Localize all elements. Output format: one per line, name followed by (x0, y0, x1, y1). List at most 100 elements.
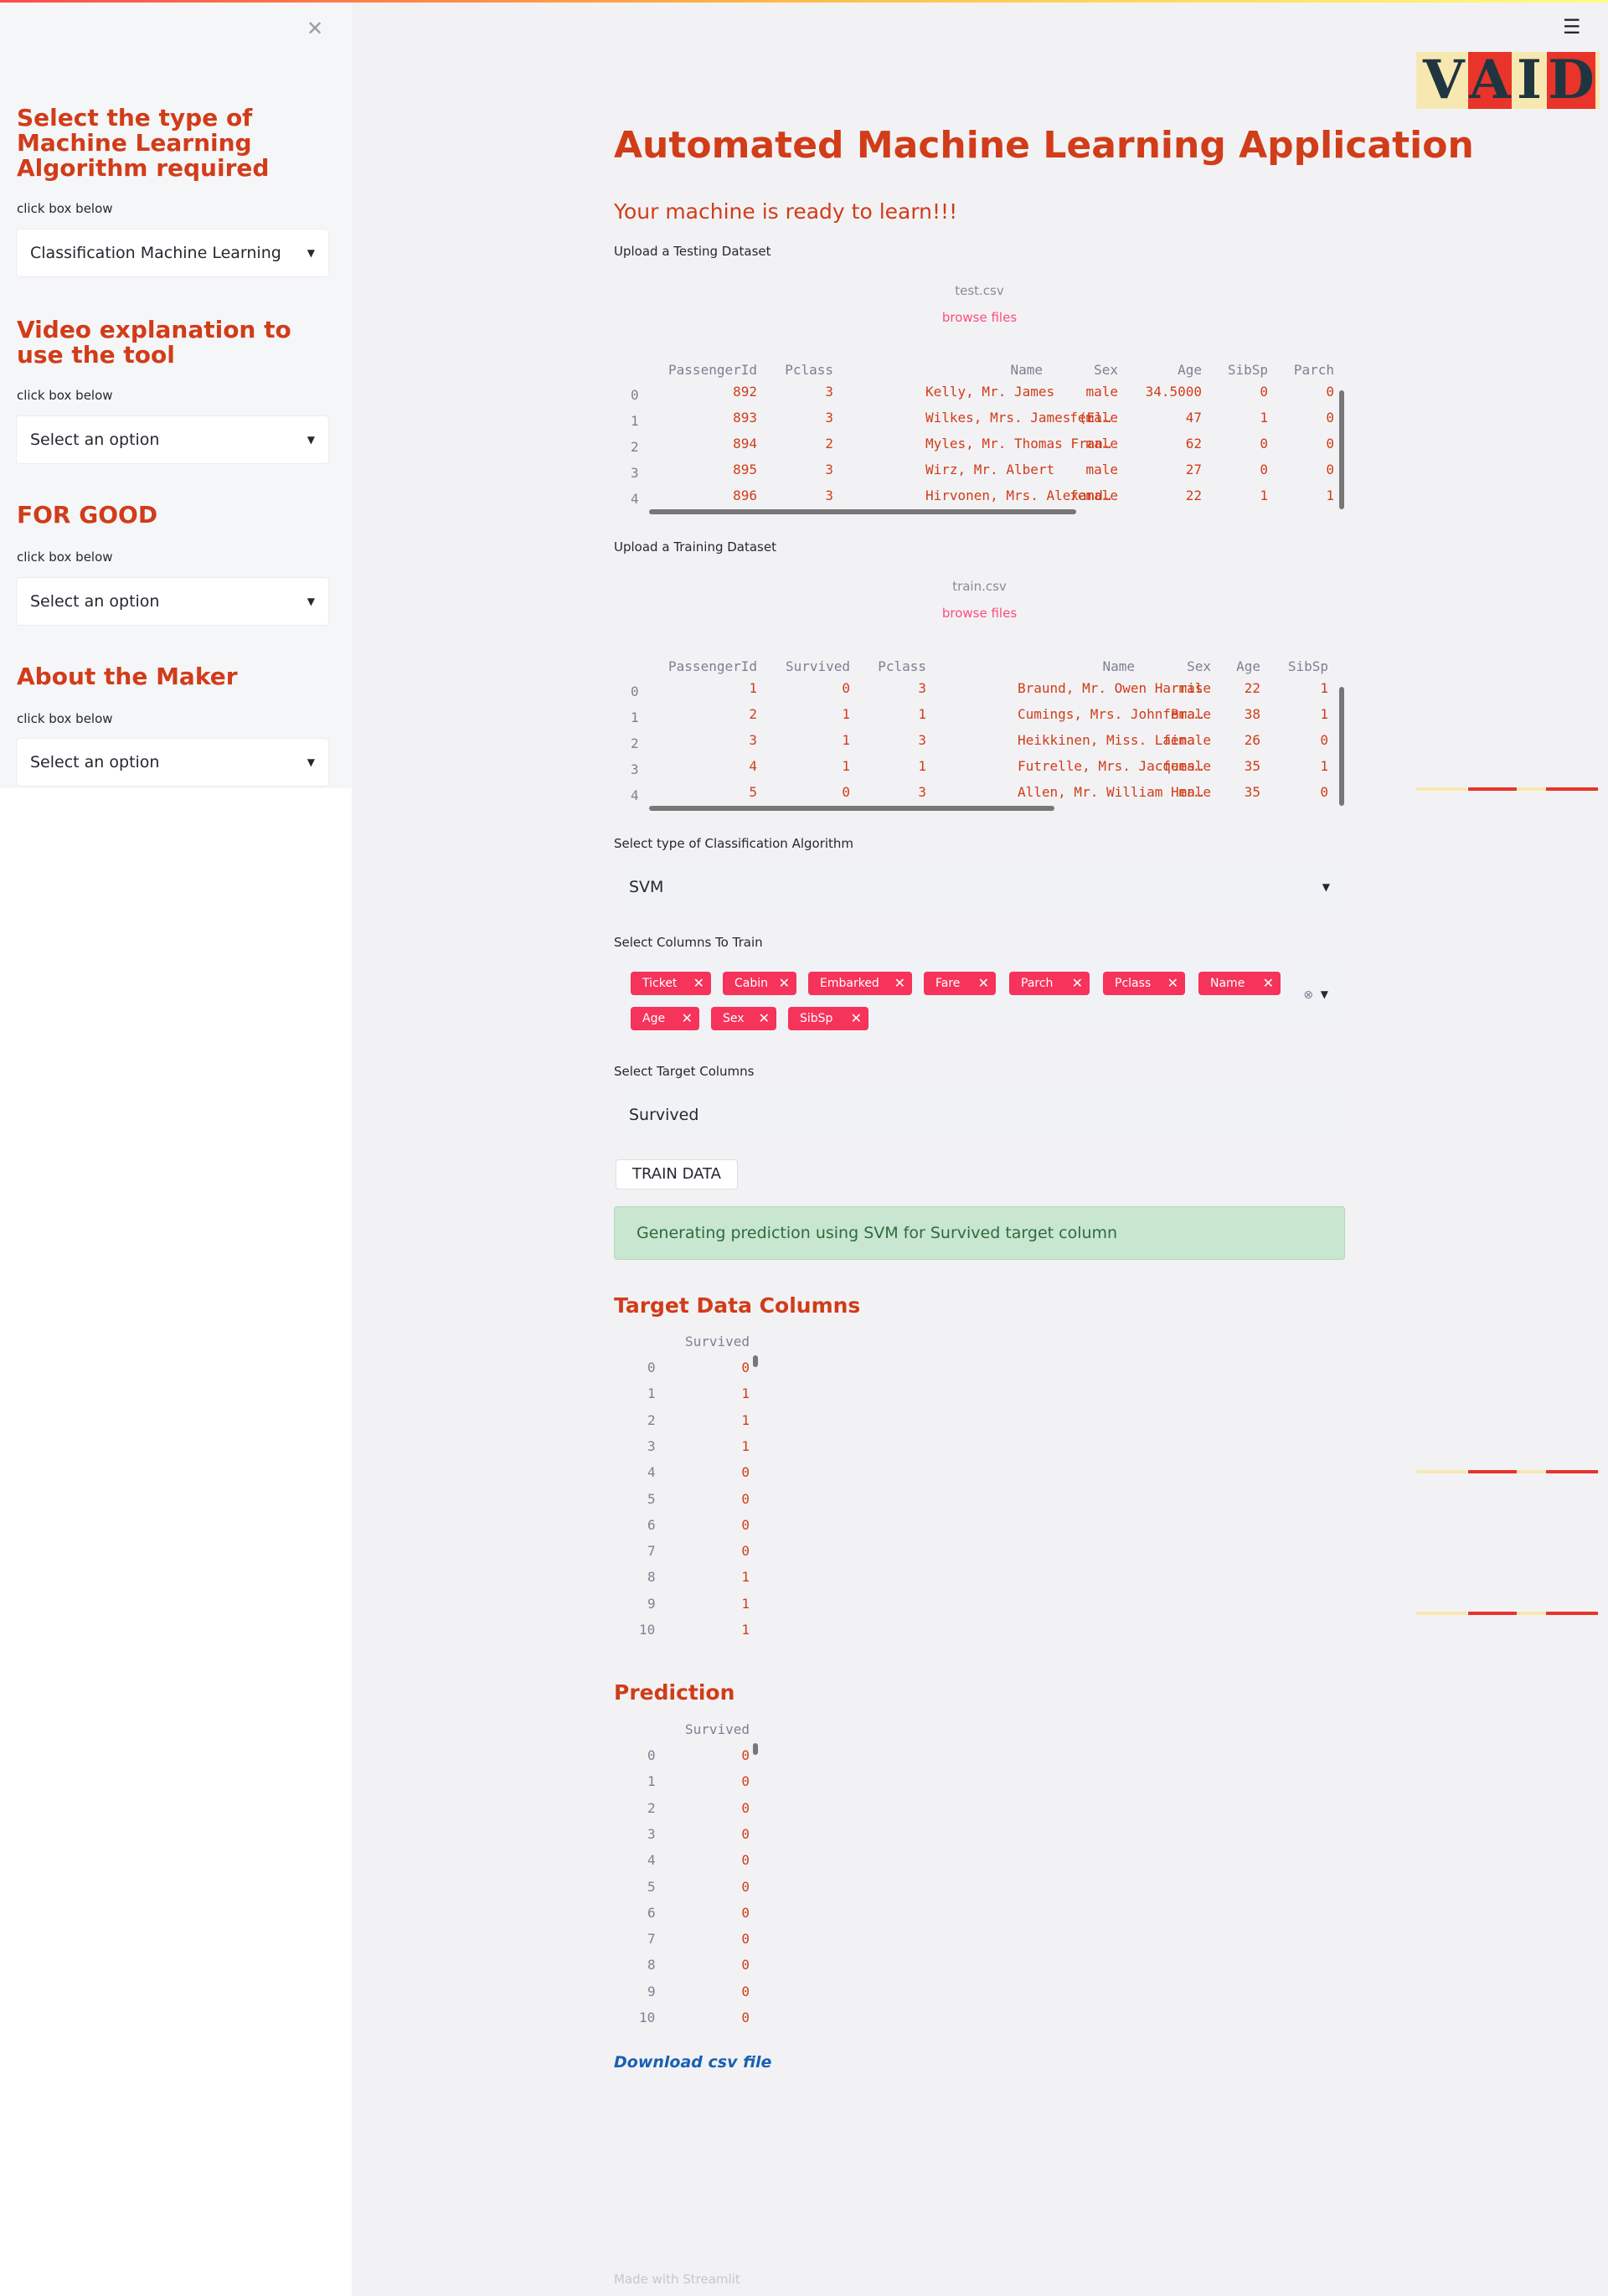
remove-chip-icon[interactable]: ✕ (682, 1007, 693, 1030)
row-index: 3 (631, 761, 639, 777)
table-cell: 3 (825, 384, 833, 400)
column-chip[interactable]: Cabin ✕ (723, 972, 796, 995)
for-good-select[interactable]: Select an option ▼ (17, 578, 328, 625)
close-icon[interactable]: ✕ (307, 17, 323, 40)
sidebar-heading-algorithm: Select the type of Machine Learning Algo… (17, 104, 270, 182)
table-cell: 0 (741, 1516, 750, 1533)
download-csv-link[interactable]: Download csv file (614, 2053, 771, 2072)
prediction-heading: Prediction (614, 1680, 735, 1705)
column-chip[interactable]: Parch ✕ (1009, 972, 1090, 995)
row-index: 4 (631, 491, 639, 507)
table-cell: 0 (741, 1825, 750, 1842)
logo-letter-d: D (1547, 49, 1595, 111)
success-alert: Generating prediction using SVM for Surv… (614, 1206, 1345, 1260)
row-index: 2 (631, 439, 639, 455)
row-index: 2 (631, 735, 639, 751)
horizontal-scrollbar[interactable] (649, 509, 1076, 514)
vertical-scrollbar[interactable] (1339, 390, 1344, 509)
horizontal-scrollbar[interactable] (649, 806, 1054, 811)
remove-chip-icon[interactable]: ✕ (1167, 972, 1178, 995)
train-data-button[interactable]: TRAIN DATA (616, 1159, 738, 1189)
decorative-line (1416, 1470, 1466, 1473)
table-cell: 0 (741, 1543, 750, 1560)
column-header: Survived (684, 1721, 750, 1737)
chip-label: Age (642, 1012, 666, 1025)
about-select[interactable]: Select an option ▼ (17, 739, 328, 786)
vertical-scrollbar[interactable] (753, 1743, 758, 1755)
remove-chip-icon[interactable]: ✕ (779, 972, 790, 995)
table-cell: 0 (741, 1931, 750, 1948)
column-chip[interactable]: Age ✕ (631, 1007, 699, 1030)
remove-chip-icon[interactable]: ✕ (693, 972, 704, 995)
table-cell: 2 (825, 436, 833, 451)
table-cell: 0 (1326, 384, 1334, 400)
vertical-scrollbar[interactable] (753, 1355, 758, 1367)
decorative-line (1468, 1612, 1517, 1615)
train-dataframe[interactable]: PassengerId Survived Pclass Name Sex Age SibSp… (614, 658, 1345, 814)
hamburger-menu-icon[interactable]: ☰ (1563, 15, 1581, 39)
row-index: 1 (631, 413, 639, 429)
sidebar-hint-about: click box below (17, 711, 113, 726)
remove-chip-icon[interactable]: ✕ (894, 972, 905, 995)
vaid-logo: V A I D (1416, 52, 1600, 109)
table-cell: 0 (741, 1878, 750, 1895)
table-cell: 0 (1326, 462, 1334, 477)
column-chip[interactable]: Pclass ✕ (1103, 972, 1185, 995)
decorative-line (1517, 787, 1546, 791)
remove-chip-icon[interactable]: ✕ (759, 1007, 770, 1030)
chevron-down-icon: ▼ (307, 247, 315, 259)
video-select-value: Select an option (30, 431, 160, 449)
table-cell: 1 (918, 758, 926, 774)
table-cell: 0 (741, 1904, 750, 1921)
decorative-line (1546, 787, 1598, 791)
target-columns-select[interactable]: Survived (614, 1091, 1345, 1139)
footer-made-with-streamlit[interactable]: Made with Streamlit (614, 2272, 740, 2287)
column-chip[interactable]: Ticket ✕ (631, 972, 711, 995)
remove-chip-icon[interactable]: ✕ (1263, 972, 1274, 995)
column-chip[interactable]: Embarked ✕ (808, 972, 912, 995)
remove-chip-icon[interactable]: ✕ (1072, 972, 1083, 995)
chip-label: Pclass (1115, 977, 1152, 990)
table-cell: 0 (741, 2010, 750, 2025)
chip-label: Embarked (820, 977, 879, 990)
algorithm-type-select[interactable]: Classification Machine Learning ▼ (17, 230, 328, 276)
table-cell: 0 (741, 1799, 750, 1816)
chevron-down-icon[interactable]: ▼ (1321, 988, 1328, 1000)
decorative-line (1468, 1470, 1517, 1473)
classification-algorithm-select[interactable]: SVM ▼ (614, 863, 1345, 911)
video-select[interactable]: Select an option ▼ (17, 416, 328, 463)
sidebar-hint-video: click box below (17, 388, 113, 403)
sidebar-hint-for-good: click box below (17, 549, 113, 565)
column-chip[interactable]: Name ✕ (1198, 972, 1281, 995)
chevron-down-icon: ▼ (307, 434, 315, 446)
decorative-line (1517, 1612, 1546, 1615)
training-browse-files-button[interactable]: browse files (614, 606, 1345, 621)
vertical-scrollbar[interactable] (1339, 687, 1344, 806)
table-cell: 1 (741, 1595, 750, 1612)
column-header: Parch (1293, 362, 1334, 378)
table-cell: 0 (741, 1957, 750, 1974)
table-cell: 3 (825, 462, 833, 477)
column-chip[interactable]: Sex ✕ (711, 1007, 776, 1030)
page-title: Automated Machine Learning Application (614, 124, 1474, 167)
prediction-dataframe[interactable]: Survived 0 0 1 0 2 0 3 0 4 0 5 0 6 0 7 0 8 0 9 0 10 0 (614, 1721, 765, 2031)
testing-browse-files-button[interactable]: browse files (614, 310, 1345, 325)
decorative-line (1416, 1612, 1466, 1615)
column-chip[interactable]: SibSp ✕ (788, 1007, 868, 1030)
clear-all-icon[interactable]: ⊗ (1303, 988, 1313, 1002)
remove-chip-icon[interactable]: ✕ (978, 972, 989, 995)
decorative-line (1546, 1470, 1598, 1473)
column-chip[interactable]: Fare ✕ (924, 972, 996, 995)
column-header: Pclass (785, 362, 833, 378)
chip-label: Ticket (642, 977, 678, 990)
target-dataframe[interactable]: Survived 0 0 1 1 2 1 3 1 4 0 5 0 6 0 7 0 8 1 9 1 10 1 (614, 1334, 765, 1643)
algorithm-select-value: SVM (629, 878, 664, 896)
about-select-value: Select an option (30, 753, 160, 771)
test-dataframe[interactable]: PassengerId Pclass Name Sex Age SibSp Parch 0 89… (614, 362, 1345, 518)
sidebar-heading-for-good: FOR GOOD (17, 501, 158, 529)
table-cell: 1 (741, 1622, 750, 1638)
columns-multiselect[interactable]: ⊗ ▼ Ticket ✕ Cabin ✕ Embarked ✕ Fare ✕ Parch ✕ Pcl… (614, 960, 1345, 1034)
decorative-line (1468, 787, 1517, 791)
remove-chip-icon[interactable]: ✕ (851, 1007, 862, 1030)
training-upload-label: Upload a Training Dataset (614, 539, 776, 555)
